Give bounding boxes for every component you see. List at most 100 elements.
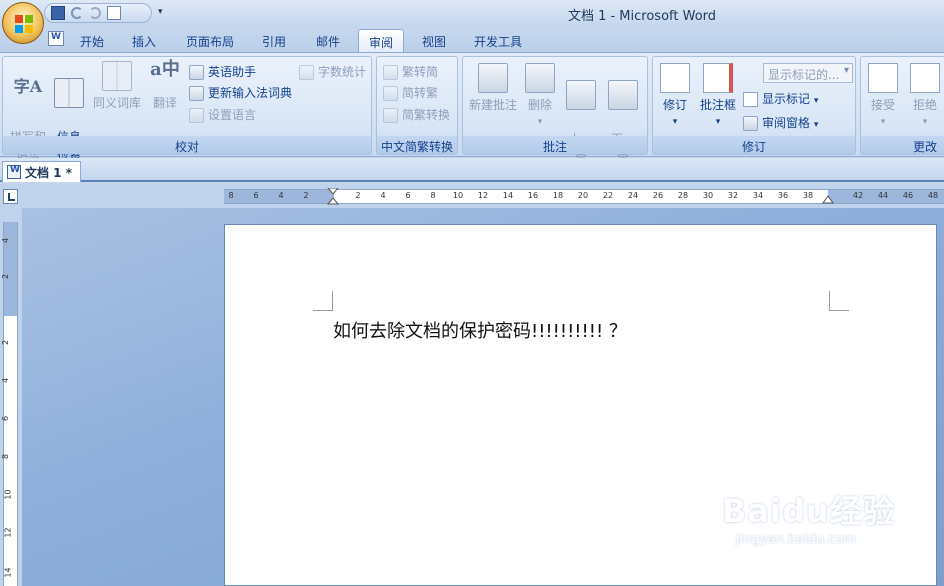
track-changes-button[interactable]: 修订 ▾ bbox=[657, 63, 693, 131]
ruler-tick-label: 34 bbox=[752, 191, 764, 200]
vertical-ruler-tick-label: 12 bbox=[3, 527, 13, 538]
reject-icon bbox=[910, 63, 940, 93]
ruler-tick-label: 32 bbox=[727, 191, 739, 200]
ruler-tick-label: 24 bbox=[627, 191, 639, 200]
tab-mailings[interactable]: 邮件 bbox=[306, 29, 350, 52]
track-changes-label: 修订 bbox=[662, 98, 687, 112]
reject-caret: ▾ bbox=[922, 117, 928, 127]
tab-selector[interactable] bbox=[3, 189, 18, 204]
vertical-ruler[interactable]: 4 2 2 4 6 8 10 12 14 bbox=[0, 208, 22, 586]
tab-references[interactable]: 引用 bbox=[252, 29, 296, 52]
ruler-tick-label: 46 bbox=[902, 191, 914, 200]
simp-to-trad-label: 简转繁 bbox=[402, 86, 439, 100]
document-tab[interactable]: 文档 1 * bbox=[2, 161, 81, 182]
baidu-jingyan-watermark: Baidu经验 jingyan.baidu.com bbox=[722, 486, 896, 547]
english-assistant-icon bbox=[189, 65, 204, 80]
office-logo-icon bbox=[15, 15, 33, 33]
ruler-tick-label: 6 bbox=[253, 191, 259, 200]
office-button[interactable] bbox=[2, 2, 44, 44]
chinese-conversion-button[interactable]: 简繁转换 bbox=[383, 105, 450, 125]
trad-to-simp-label: 繁转简 bbox=[402, 65, 439, 79]
word-count-icon bbox=[299, 65, 314, 80]
chinese-conversion-group: 繁转简 简转繁 简繁转换 中文简繁转换 bbox=[376, 56, 458, 155]
translate-button[interactable]: a中 翻译 bbox=[147, 61, 183, 112]
track-changes-caret: ▾ bbox=[672, 117, 678, 127]
print-preview-icon[interactable] bbox=[107, 6, 121, 20]
simplified-to-traditional-button[interactable]: 简转繁 bbox=[383, 83, 438, 103]
changes-group-label: 更改 bbox=[861, 136, 944, 154]
tab-home[interactable]: 开始 bbox=[70, 29, 114, 52]
show-markup-icon bbox=[743, 92, 758, 107]
delete-comment-button[interactable]: 删除 ▾ bbox=[523, 63, 557, 131]
comments-group: 新建批注 删除 ▾ 上一 条 下一 条 批注 bbox=[462, 56, 648, 163]
set-language-button[interactable]: 设置语言 bbox=[189, 105, 256, 125]
tab-insert[interactable]: 插入 bbox=[122, 29, 166, 52]
accept-icon bbox=[868, 63, 898, 93]
crop-mark-top-left bbox=[313, 291, 333, 311]
right-indent-marker-icon[interactable] bbox=[822, 193, 834, 205]
new-comment-button[interactable]: 新建批注 bbox=[467, 63, 519, 114]
next-comment-icon bbox=[608, 80, 638, 110]
document-tab-bar: 文档 1 * bbox=[0, 158, 944, 182]
tab-review[interactable]: 审阅 bbox=[358, 29, 405, 52]
comments-group-label: 批注 bbox=[463, 136, 647, 154]
thesaurus-button[interactable]: 同义词库 bbox=[91, 61, 143, 112]
horizontal-ruler[interactable]: 8 6 4 2 2 4 6 8 10 12 14 16 18 20 22 24 26 28 30 32 34 36 38 42… bbox=[224, 188, 944, 206]
ruler-tick-label: 20 bbox=[577, 191, 589, 200]
vertical-ruler-tick-label: 14 bbox=[3, 567, 13, 578]
tracking-group: 修订 ▾ 批注框 ▾ 显示标记的... 显示标记 ▾ 审阅窗格 ▾ 修订 bbox=[652, 56, 856, 155]
delete-dropdown-caret: ▾ bbox=[537, 117, 543, 127]
word-count-button[interactable]: 字数统计 bbox=[299, 62, 366, 82]
show-markup-caret: ▾ bbox=[813, 96, 819, 106]
redo-icon[interactable] bbox=[89, 7, 101, 19]
balloons-label: 批注框 bbox=[699, 98, 736, 112]
thesaurus-icon bbox=[102, 61, 132, 91]
changes-group: 接受 ▾ 拒绝 ▾ 更改 bbox=[860, 56, 944, 155]
tab-page-layout[interactable]: 页面布局 bbox=[176, 29, 244, 52]
ruler-row: 8 6 4 2 2 4 6 8 10 12 14 16 18 20 22 24 26 28 30 32 34 36 38 42… bbox=[0, 184, 944, 208]
crop-mark-top-right bbox=[829, 291, 849, 311]
delete-comment-label: 删除 bbox=[527, 98, 552, 112]
balloons-caret: ▾ bbox=[715, 117, 721, 127]
show-markup-button[interactable]: 显示标记 ▾ bbox=[743, 89, 818, 109]
ribbon: 字A 拼写和 语法 信息 检索 同义词库 a中 翻译 英语助手 更新输入法词典 … bbox=[0, 52, 944, 163]
ruler-tick-label: 38 bbox=[802, 191, 814, 200]
track-changes-icon bbox=[660, 63, 690, 93]
ruler-tick-label: 28 bbox=[677, 191, 689, 200]
proofing-group-label: 校对 bbox=[3, 136, 371, 154]
ruler-tick-label: 4 bbox=[278, 191, 284, 200]
undo-icon[interactable] bbox=[71, 7, 83, 19]
save-icon[interactable] bbox=[51, 6, 65, 20]
balloons-icon bbox=[703, 63, 733, 93]
tab-view[interactable]: 视图 bbox=[412, 29, 456, 52]
reviewing-pane-button[interactable]: 审阅窗格 ▾ bbox=[743, 113, 818, 133]
ruler-tick-label: 8 bbox=[228, 191, 234, 200]
ruler-tick-label: 4 bbox=[380, 191, 386, 200]
ruler-tick-label: 2 bbox=[355, 191, 361, 200]
conversion-icon bbox=[383, 108, 398, 123]
vertical-ruler-tick-label: 6 bbox=[1, 415, 11, 422]
ruler-tick-label: 10 bbox=[452, 191, 464, 200]
ruler-tick-label: 44 bbox=[877, 191, 889, 200]
update-ime-dictionary-button[interactable]: 更新输入法词典 bbox=[189, 83, 292, 103]
set-language-label: 设置语言 bbox=[208, 108, 257, 122]
spelling-icon: 字A bbox=[13, 77, 43, 96]
word-count-label: 字数统计 bbox=[318, 65, 367, 79]
accept-button[interactable]: 接受 ▾ bbox=[865, 63, 901, 131]
reject-button[interactable]: 拒绝 ▾ bbox=[907, 63, 943, 131]
english-assistant-button[interactable]: 英语助手 bbox=[189, 62, 256, 82]
delete-comment-icon bbox=[525, 63, 555, 93]
traditional-to-simplified-button[interactable]: 繁转简 bbox=[383, 62, 438, 82]
document-body-text[interactable]: 如何去除文档的保护密码!!!!!!!!!! ？ bbox=[333, 317, 627, 343]
balloons-button[interactable]: 批注框 ▾ bbox=[697, 63, 739, 131]
vertical-ruler-tick-label: 4 bbox=[1, 237, 11, 244]
document-tab-label: 文档 1 * bbox=[25, 166, 72, 180]
qat-customize-dropdown[interactable]: ▾ bbox=[158, 7, 163, 17]
indent-marker-icon[interactable] bbox=[326, 188, 340, 206]
tab-developer[interactable]: 开发工具 bbox=[464, 29, 532, 52]
vertical-ruler-tick-label: 8 bbox=[1, 453, 11, 460]
quick-access-toolbar bbox=[44, 3, 152, 23]
reject-label: 拒绝 bbox=[912, 98, 937, 112]
display-for-review-dropdown[interactable]: 显示标记的... bbox=[763, 63, 853, 83]
ruler-tick-label: 6 bbox=[405, 191, 411, 200]
